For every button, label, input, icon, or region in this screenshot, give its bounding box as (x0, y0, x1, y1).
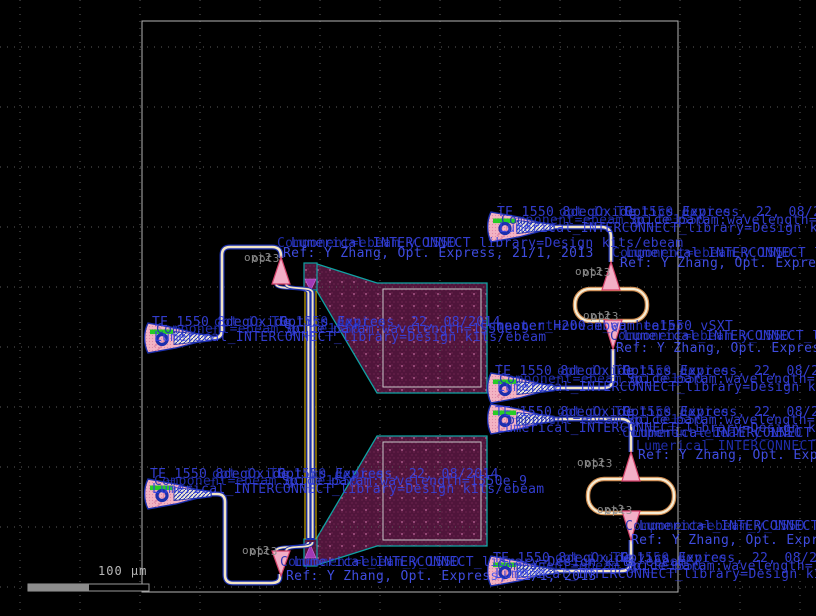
mzi-loop-bottom[interactable] (588, 479, 674, 513)
grating-coupler-5[interactable] (488, 404, 554, 434)
mzi-loop-top[interactable] (575, 289, 647, 321)
waveguide-route-2[interactable] (205, 494, 280, 583)
y-branch[interactable] (272, 257, 290, 284)
heater-horn-bottom[interactable] (304, 436, 487, 566)
grating-coupler-4[interactable] (488, 373, 554, 403)
grating-coupler-6[interactable] (488, 556, 554, 586)
heater-horn-top[interactable] (304, 263, 487, 393)
waveguide-route-5[interactable] (552, 419, 631, 452)
waveguide-route-6[interactable] (552, 540, 631, 571)
y-branch[interactable] (602, 262, 620, 290)
y-branch[interactable] (622, 511, 640, 540)
waveguide-route-3[interactable] (552, 227, 611, 262)
layout-viewport[interactable]: 100 μm TE_1550_8degOxideopt_in_TE_1550_d… (0, 0, 816, 616)
waveguide-route-4[interactable] (552, 349, 613, 388)
grating-coupler-1[interactable] (145, 323, 211, 353)
y-branch[interactable] (604, 320, 622, 349)
grating-coupler-3[interactable] (488, 212, 554, 242)
scale-bar (28, 584, 149, 591)
layout-canvas[interactable] (0, 0, 816, 616)
y-branch[interactable] (272, 551, 290, 576)
waveguide-route-1[interactable] (205, 247, 281, 338)
mzi-arm-pair[interactable] (305, 291, 316, 540)
grating-coupler-2[interactable] (145, 479, 211, 509)
